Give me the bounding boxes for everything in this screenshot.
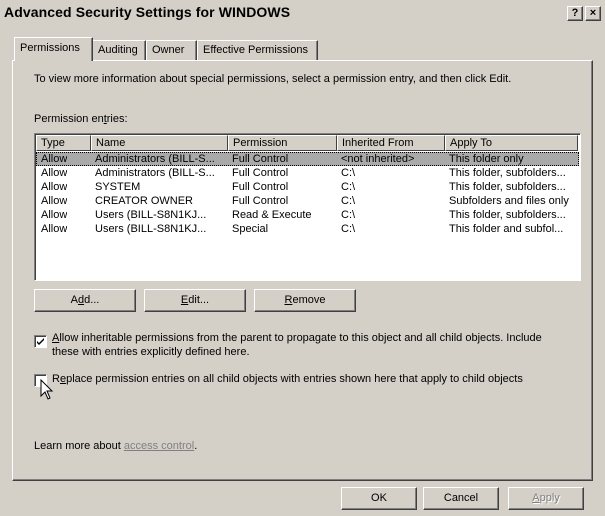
close-button[interactable]: × <box>585 6 601 21</box>
table-row[interactable]: Allow CREATOR OWNER Full Control C:\ Sub… <box>36 194 579 208</box>
access-control-link[interactable]: access control <box>124 440 194 452</box>
cancel-button[interactable]: Cancel <box>423 487 499 510</box>
mouse-pointer-icon <box>40 379 54 400</box>
column-header-name[interactable]: Name <box>91 135 228 151</box>
replace-permissions-label[interactable]: Replace permission entries on all child … <box>52 373 523 385</box>
tab-owner-label: Owner <box>152 44 185 56</box>
tab-auditing-label: Auditing <box>98 44 138 56</box>
info-text: To view more information about special p… <box>34 73 512 85</box>
table-row[interactable]: Allow SYSTEM Full Control C:\ This folde… <box>36 180 579 194</box>
tab-permissions[interactable]: Permissions <box>14 37 93 61</box>
table-row[interactable]: Allow Users (BILL-S8N1KJ... Special C:\ … <box>36 222 579 236</box>
column-header-permission[interactable]: Permission <box>228 135 337 151</box>
edit-button[interactable]: Edit... <box>144 289 246 312</box>
permission-entries-list[interactable]: Type Name Permission Inherited From Appl… <box>34 133 581 281</box>
add-button[interactable]: Add... <box>34 289 136 312</box>
tab-permissions-label: Permissions <box>20 42 80 54</box>
column-header-type[interactable]: Type <box>36 135 91 151</box>
tab-effective-permissions-label: Effective Permissions <box>203 44 308 56</box>
checkmark-icon <box>37 338 44 345</box>
inherit-permissions-checkbox[interactable] <box>34 335 47 348</box>
table-row[interactable]: Allow Administrators (BILL-S... Full Con… <box>36 152 579 166</box>
inherit-permissions-label[interactable]: Allow inheritable permissions from the p… <box>52 331 542 359</box>
permission-entries-label: Permission entries: <box>34 113 128 125</box>
learn-more-text: Learn more about access control. <box>34 440 198 452</box>
advanced-security-dialog: Advanced Security Settings for WINDOWS ?… <box>0 0 605 516</box>
close-icon: × <box>589 7 597 19</box>
title-bar: Advanced Security Settings for WINDOWS ?… <box>0 0 605 25</box>
apply-button[interactable]: Apply <box>508 487 584 510</box>
tab-auditing[interactable]: Auditing <box>93 40 146 60</box>
table-row[interactable]: Allow Administrators (BILL-S... Full Con… <box>36 166 579 180</box>
column-header-apply-to[interactable]: Apply To <box>445 135 578 151</box>
column-header-inherited-from[interactable]: Inherited From <box>337 135 445 151</box>
ok-button[interactable]: OK <box>341 487 417 510</box>
table-row[interactable]: Allow Users (BILL-S8N1KJ... Read & Execu… <box>36 208 579 222</box>
tab-effective-permissions[interactable]: Effective Permissions <box>197 40 318 60</box>
window-title: Advanced Security Settings for WINDOWS <box>4 4 291 20</box>
help-button[interactable]: ? <box>567 6 583 21</box>
remove-button[interactable]: Remove <box>254 289 356 312</box>
help-icon: ? <box>571 7 579 19</box>
tab-owner[interactable]: Owner <box>146 40 197 60</box>
